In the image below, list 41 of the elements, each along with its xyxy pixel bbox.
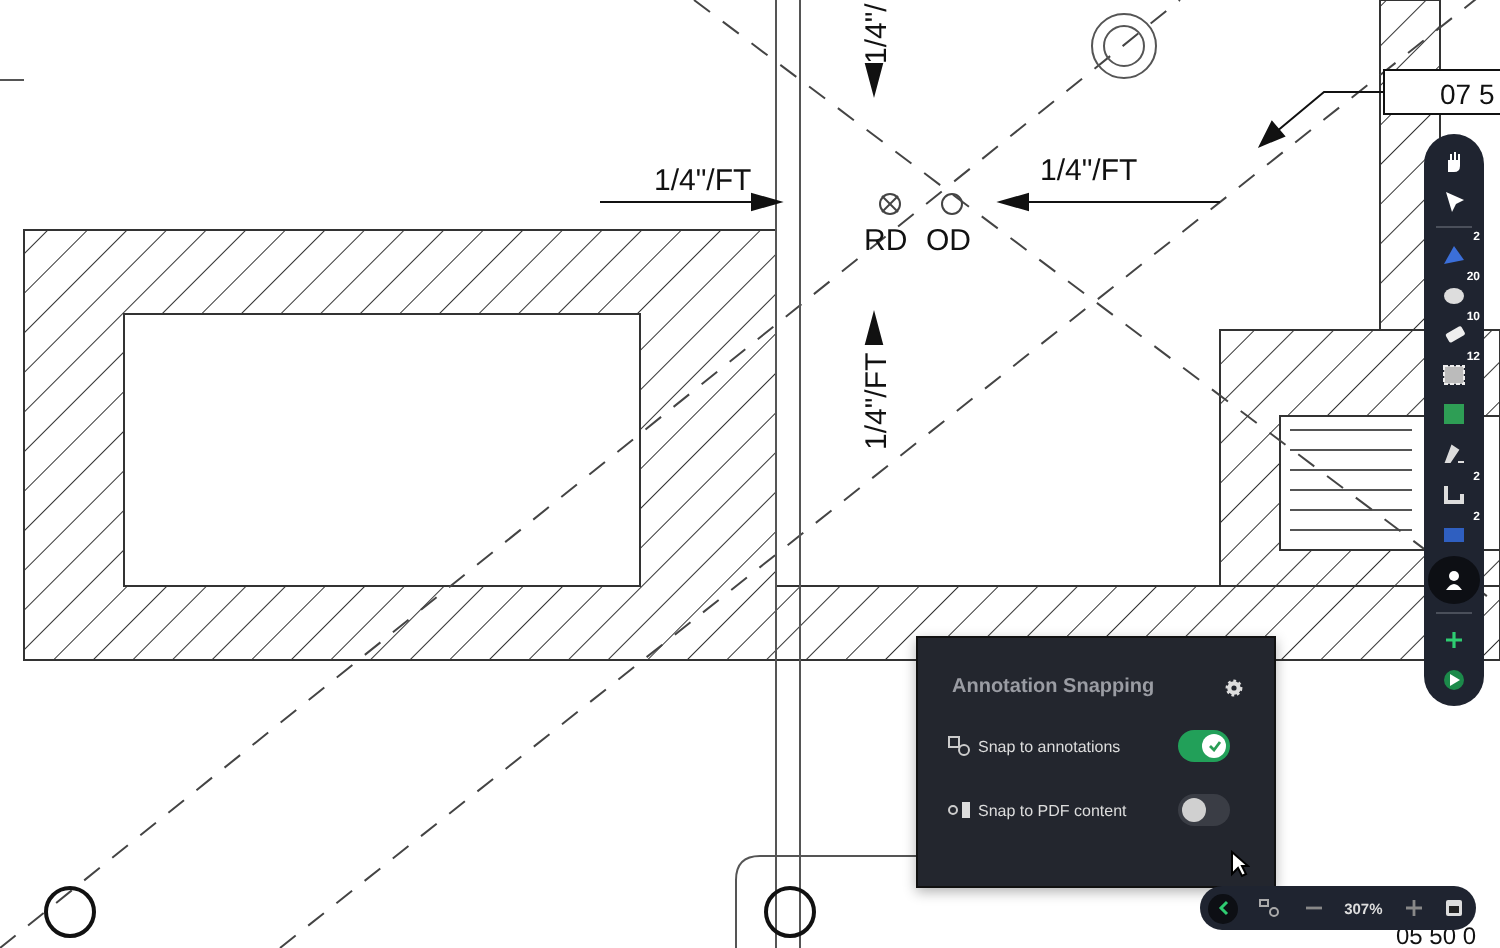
drawing-label: RD [864,224,908,258]
pattern-icon [1442,361,1466,385]
fit-page-icon[interactable] [1443,898,1464,918]
snap-icon[interactable] [1258,898,1283,918]
toggle-switch[interactable] [1178,730,1230,762]
pin-icon [1442,241,1466,265]
drawing-label: 1/4"/FT [654,164,752,198]
slope-arrow [864,310,884,345]
option-label: Snap to annotations [978,737,1123,755]
drawing-label: 1/4"/FT [860,352,894,450]
column-circle-drawing [44,886,96,938]
square-icon [1442,401,1466,425]
check-icon [1207,740,1221,752]
grate-drawing [1289,429,1413,531]
overflow-drain-drawing [941,193,963,215]
pointer-icon [1442,189,1466,213]
pen-icon [1442,441,1466,465]
column-circle-drawing [764,886,816,938]
drawing-label: 1/4"/ [860,3,894,64]
panel-title: Annotation Snapping [952,676,1155,698]
hand-icon [1442,149,1466,173]
chevron-left-icon [1215,900,1231,916]
mouse-cursor-icon [1230,850,1250,878]
collapse-button[interactable] [1208,893,1238,923]
pdf-snap-icon [948,800,972,820]
tag-label: 07 5 [1440,78,1495,110]
drawing-label: 1/4"/FT [1040,154,1138,188]
option-label: Snap to PDF content [978,801,1129,819]
plus-icon [1442,627,1466,651]
zoom-in-icon[interactable] [1403,898,1424,918]
double-circle-drawing [1091,13,1157,79]
person-icon [1442,568,1466,592]
slope-arrow [864,63,884,98]
drawing-label: OD [926,224,971,258]
shape-icon [1442,481,1466,505]
annotation-snap-icon [948,736,972,756]
settings-icon[interactable] [1224,677,1244,697]
tool-button[interactable] [1428,556,1480,604]
roof-drain-drawing [879,193,901,215]
leader-line [1257,91,1385,148]
toggle-switch[interactable] [1178,794,1230,826]
